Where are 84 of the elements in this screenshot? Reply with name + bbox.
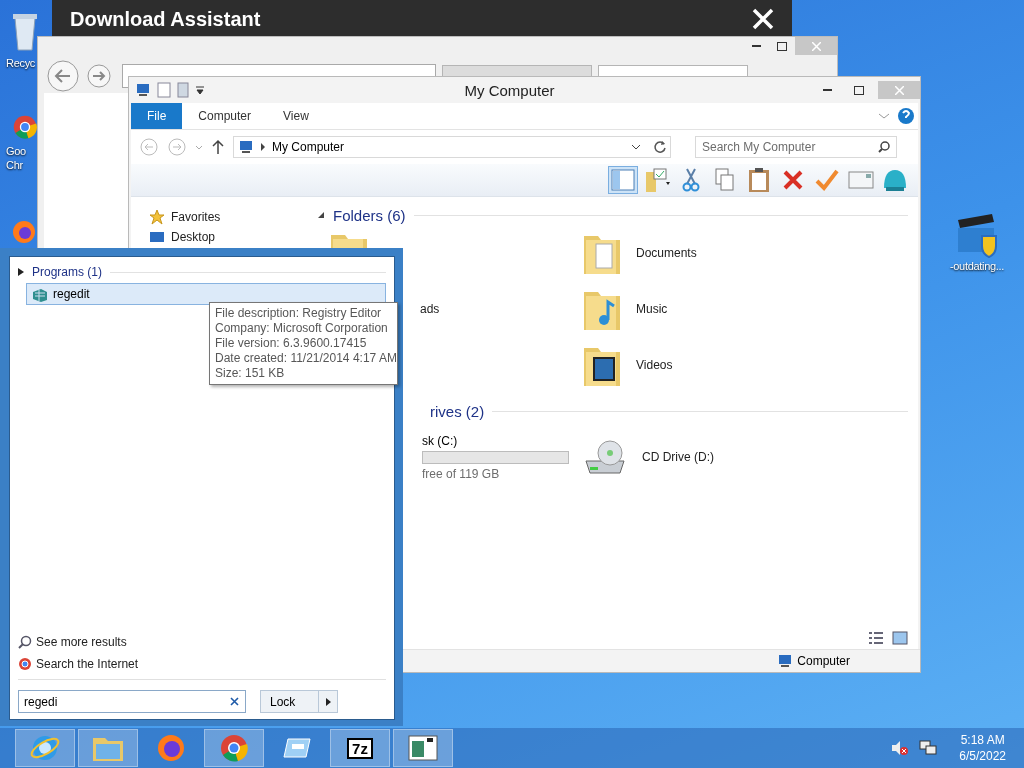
computer-icon [135, 83, 151, 97]
ribbon-tab[interactable]: View [267, 103, 325, 129]
shortcut-label: -outdating... [949, 260, 1005, 272]
search-link[interactable]: Search the Internet [18, 653, 386, 675]
maximize-icon [777, 41, 787, 51]
folder-label[interactable]: Videos [636, 358, 673, 372]
details-view-icon[interactable] [868, 631, 884, 645]
search-result[interactable]: regedit [26, 283, 386, 305]
collapse-icon[interactable] [317, 211, 325, 219]
breadcrumb-arrow-icon[interactable] [260, 143, 266, 151]
scissors-icon [682, 168, 700, 192]
monitor-icon [149, 230, 165, 244]
forward-button[interactable] [86, 63, 112, 89]
maximize-icon [854, 85, 864, 95]
chrome-icon [18, 657, 32, 671]
checkmark-icon [815, 169, 839, 191]
clock[interactable]: 5:18 AM 6/5/2022 [959, 732, 1006, 764]
computer-icon [777, 654, 794, 668]
tooltip-line: Company: Microsoft Corporation [215, 321, 389, 336]
network-icon[interactable] [919, 740, 938, 756]
chrome-icon [219, 733, 249, 763]
taskbar-button[interactable] [393, 729, 453, 767]
clear-icon[interactable] [230, 697, 239, 706]
cd-drive-icon [582, 437, 628, 477]
drive-label[interactable]: CD Drive (D:) [642, 450, 714, 464]
delete-icon [782, 169, 804, 191]
tooltip-line: Size: 151 KB [215, 366, 286, 381]
computer-icon [238, 140, 254, 154]
close-icon [894, 85, 904, 95]
taskbar-button[interactable] [204, 729, 264, 767]
group-header: Programs (1) [32, 265, 102, 279]
window-icon [408, 735, 438, 761]
address-path: My Computer [272, 140, 345, 154]
address-field[interactable]: My Computer [233, 136, 671, 158]
registry-icon [31, 286, 49, 302]
ribbon-tab[interactable]: Computer [182, 103, 268, 129]
dialog-title: Download Assistant [70, 7, 261, 31]
window-title: My Computer [463, 81, 556, 99]
envelope-icon [848, 171, 874, 189]
star-icon [149, 209, 165, 225]
sevenzip-icon: 7z [347, 737, 373, 759]
shortcut-label: Recyc [6, 57, 36, 69]
ie-icon [30, 733, 60, 763]
firefox-icon[interactable] [12, 220, 36, 244]
search-field[interactable]: regedi [18, 690, 246, 713]
tooltip-line: File description: Registry Editor [215, 306, 383, 321]
search-field[interactable]: Search My Computer [695, 136, 897, 158]
taskbar-button[interactable] [15, 729, 75, 767]
close-icon[interactable] [752, 8, 774, 30]
shortcut-label: Goo [6, 145, 26, 157]
expand-icon[interactable] [18, 268, 24, 276]
group-header: rives (2) [430, 402, 485, 420]
chrome-icon[interactable] [12, 114, 38, 140]
search-icon [18, 635, 32, 649]
taskbar-button[interactable]: 7z [330, 729, 390, 767]
drive-icon [282, 736, 312, 760]
drive-detail: free of 119 GB [422, 466, 501, 481]
ribbon-tab[interactable]: File [131, 103, 183, 129]
shell-icon [882, 168, 908, 192]
dropdown-icon[interactable] [195, 85, 205, 95]
search-link[interactable]: See more results [18, 631, 386, 653]
back-button[interactable] [46, 59, 80, 93]
folder-label[interactable]: Music [636, 302, 668, 316]
minimize-icon [822, 89, 832, 91]
folder-check-icon [644, 168, 670, 192]
lock-button[interactable]: Lock [260, 690, 338, 713]
up-icon[interactable] [211, 137, 225, 157]
nav-item[interactable]: Favorites [149, 209, 309, 225]
close-icon [811, 41, 821, 51]
arrow-icon[interactable] [325, 697, 331, 706]
muted-speaker-icon[interactable] [891, 740, 910, 756]
shortcut-label: Chr [6, 159, 23, 171]
search-icon[interactable] [878, 141, 890, 153]
tooltip-line: File version: 6.3.9600.17415 [215, 336, 368, 351]
group-header: Folders (6) [333, 206, 406, 224]
drive-label[interactable]: sk (C:) [422, 433, 582, 448]
status-text: Computer [797, 654, 850, 668]
firefox-icon [156, 733, 186, 763]
folder-label[interactable]: Documents [636, 246, 697, 260]
copy-icon [715, 168, 735, 192]
minimize-icon [751, 45, 761, 47]
layout-icon [611, 169, 635, 191]
clipboard-icon [748, 167, 770, 193]
nav-item[interactable]: Desktop [149, 230, 309, 244]
